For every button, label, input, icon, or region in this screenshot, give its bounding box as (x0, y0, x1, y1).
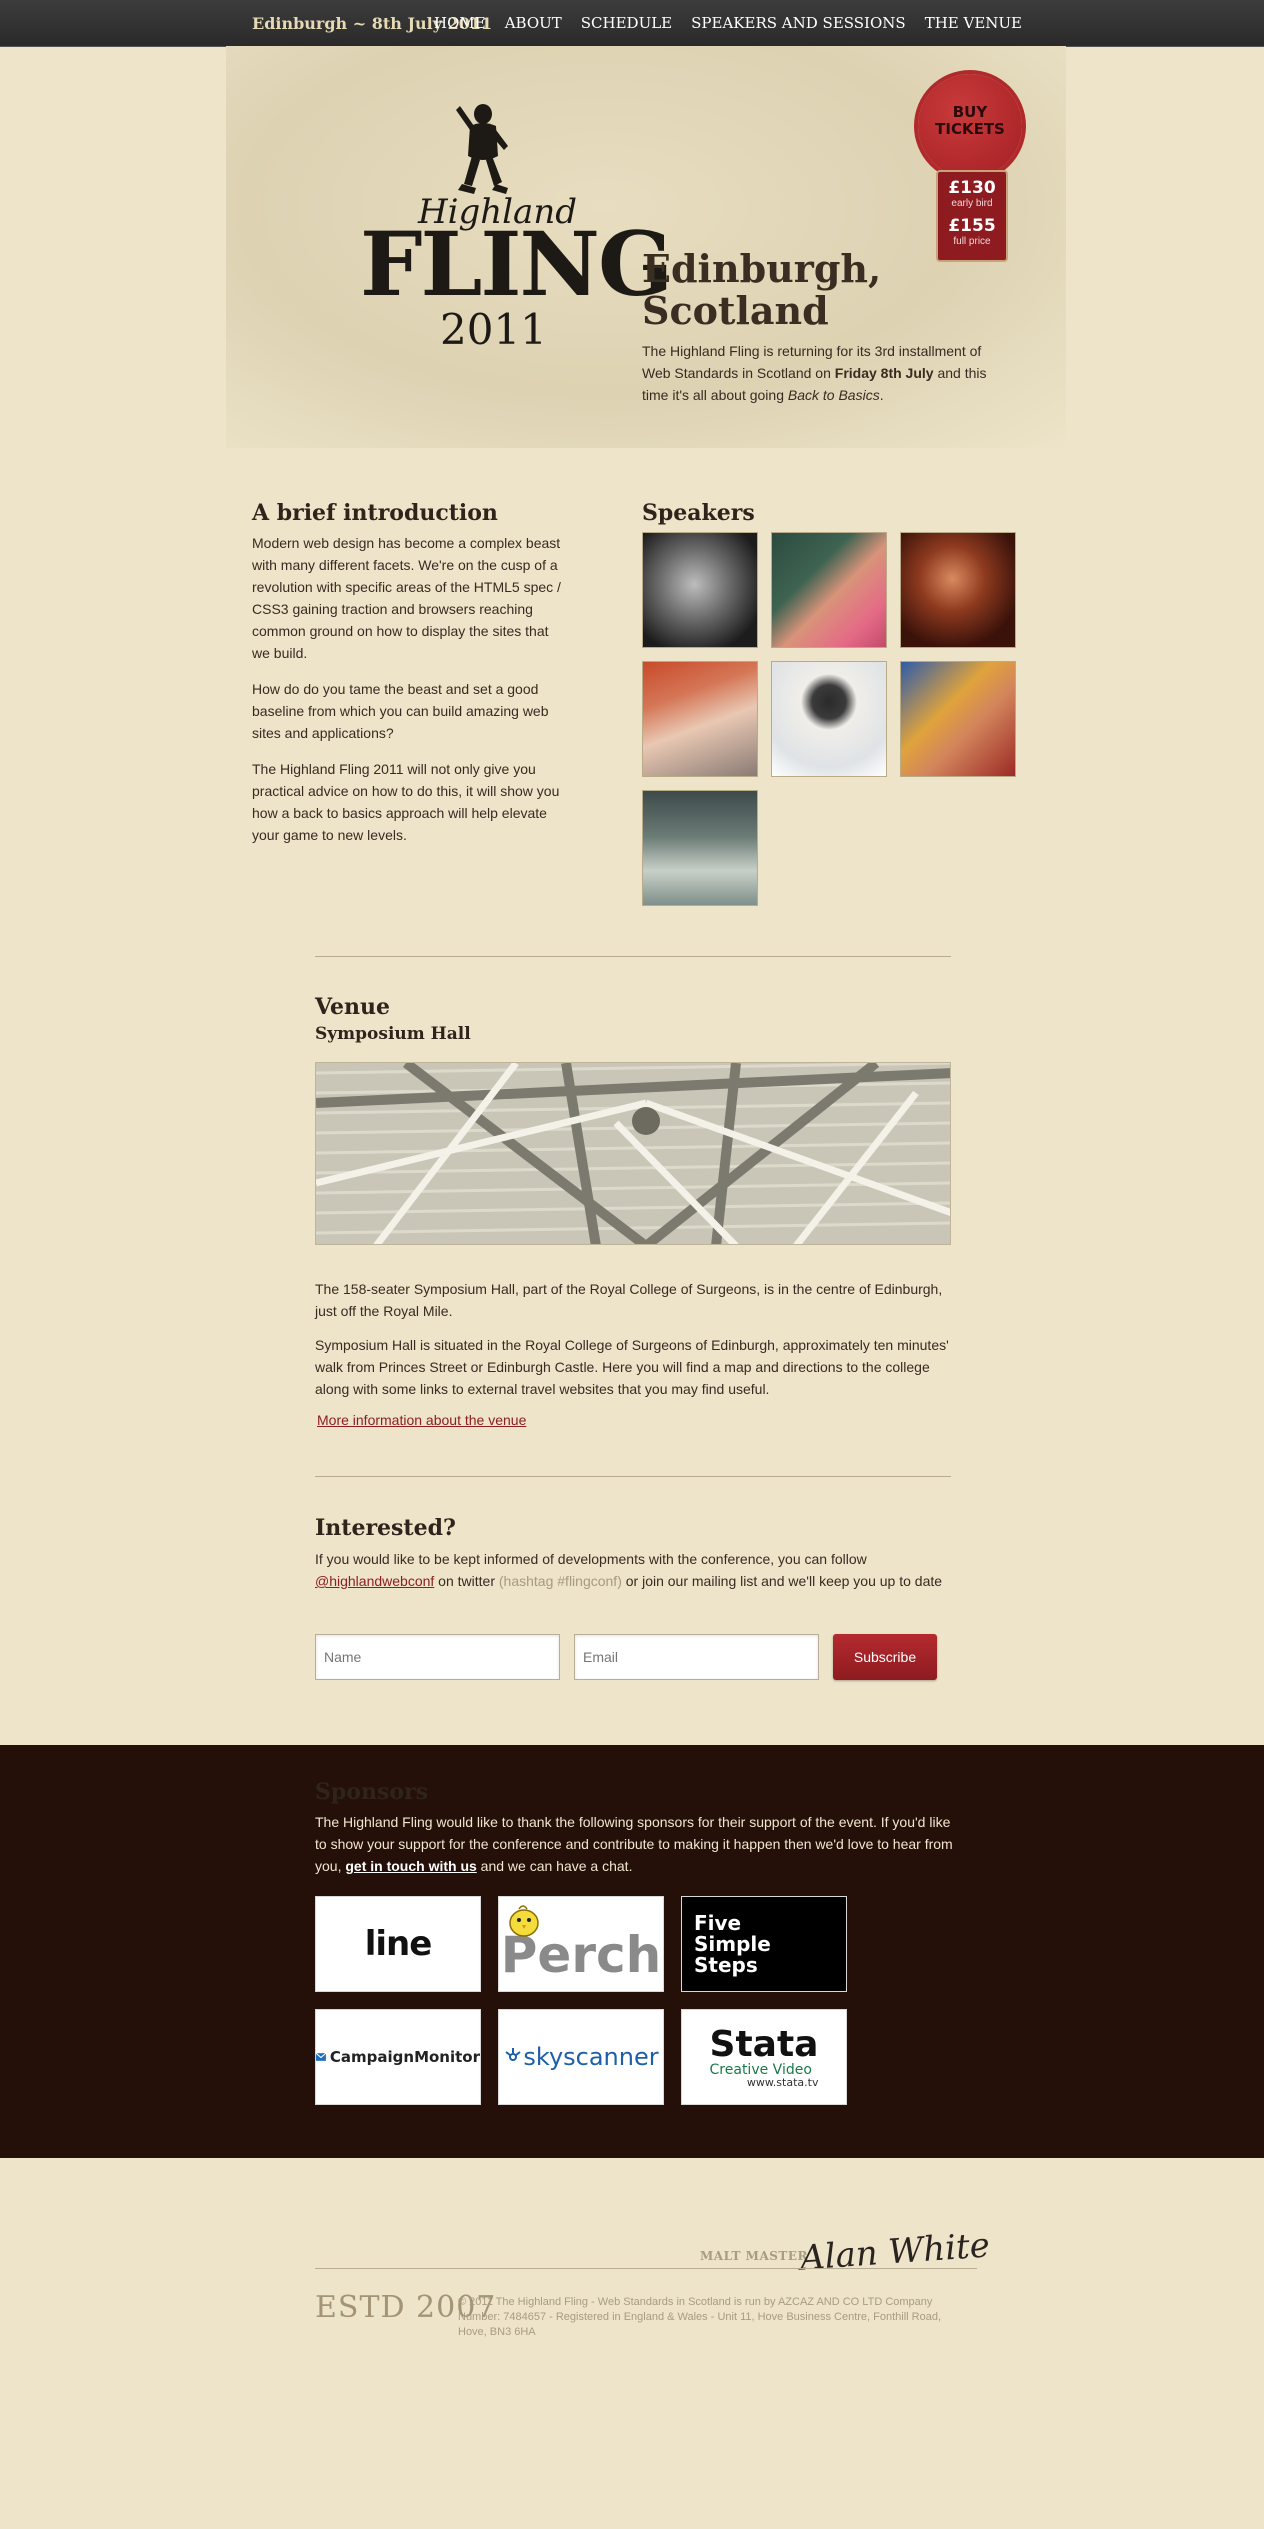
venue-roof-image (316, 1063, 950, 1244)
speaker-photo[interactable] (771, 532, 887, 648)
venue-subtitle: Symposium Hall (315, 1024, 471, 1044)
sponsor-campaign-monitor[interactable]: CampaignMonitor (315, 2009, 481, 2105)
speaker-photo[interactable] (900, 532, 1016, 648)
stata-logo-url: www.stata.tv (746, 2075, 819, 2089)
top-bar: Edinburgh ~ 8th July 2011 HOME ABOUT SCH… (0, 0, 1264, 47)
section-divider (315, 1476, 951, 1477)
nav-home[interactable]: HOME (434, 14, 486, 32)
full-price: £155 (948, 216, 996, 236)
footer-divider (315, 2268, 977, 2269)
section-divider (315, 956, 951, 957)
venue-title: Venue (315, 994, 391, 1020)
twitter-link[interactable]: @highlandwebconf (315, 1573, 434, 1589)
speaker-photo[interactable] (771, 661, 887, 777)
main-nav: HOME ABOUT SCHEDULE SPEAKERS AND SESSION… (434, 14, 1022, 32)
line-logo: line (364, 1924, 433, 1964)
hashtag-label: (hashtag #flingconf) (498, 1573, 622, 1589)
sponsor-five-simple-steps[interactable]: Five Simple Steps (681, 1896, 847, 1992)
hero-title: Edinburgh, Scotland (642, 246, 882, 333)
nav-schedule[interactable]: SCHEDULE (581, 14, 672, 32)
intro-paragraph: Modern web design has become a complex b… (252, 535, 561, 661)
interested-text-part: or join our mailing list and we'll keep … (621, 1573, 943, 1589)
stata-logo: Stata Creative Video www.stata.tv (709, 2023, 819, 2089)
sponsor-stata[interactable]: Stata Creative Video www.stata.tv (681, 2009, 847, 2105)
name-input[interactable] (315, 1634, 560, 1680)
intro-body: Modern web design has become a complex b… (252, 532, 568, 860)
interested-title: Interested? (315, 1515, 456, 1541)
early-bird-price: £130 (948, 178, 996, 198)
perch-bird-icon (509, 1905, 539, 1937)
interested-text: If you would like to be kept informed of… (315, 1548, 945, 1592)
stata-logo-tagline: Creative Video (709, 2061, 812, 2078)
hero-description: The Highland Fling is returning for its … (642, 340, 1012, 406)
venue-paragraph: Symposium Hall is situated in the Royal … (315, 1337, 949, 1397)
intro-paragraph: How do do you tame the beast and set a g… (252, 681, 549, 741)
sponsor-line[interactable]: line (315, 1896, 481, 1992)
sponsors-title: Sponsors (315, 1779, 428, 1805)
venue-paragraph: The 158-seater Symposium Hall, part of t… (315, 1281, 943, 1319)
badge-label-line1: BUY (952, 103, 988, 121)
hero-date-emphasis: Friday 8th July (834, 365, 934, 381)
email-input[interactable] (574, 1634, 819, 1680)
campaign-monitor-icon (316, 2052, 326, 2061)
speakers-title: Speakers (642, 500, 755, 526)
full-price-label: full price (953, 236, 991, 247)
campaign-monitor-logo: CampaignMonitor (329, 2048, 480, 2066)
badge-label: BUY TICKETS (914, 104, 1026, 138)
speaker-photo[interactable] (642, 661, 758, 777)
malt-master-label: MALT MASTER (700, 2249, 808, 2263)
stata-logo-name: Stata (709, 2023, 819, 2065)
early-bird-label: early bird (951, 198, 993, 209)
logo-year-text: 2011 (440, 305, 547, 354)
footer-copyright: © 2011 The Highland Fling - Web Standard… (458, 2296, 942, 2338)
hero-text-part: . (879, 387, 884, 403)
nav-the-venue[interactable]: THE VENUE (925, 14, 1022, 32)
sponsor-perch[interactable]: Perch (498, 1896, 664, 1992)
nav-speakers-and-sessions[interactable]: SPEAKERS AND SESSIONS (691, 14, 906, 32)
speaker-photo[interactable] (900, 661, 1016, 777)
sponsor-skyscanner[interactable]: skyscanner (498, 2009, 664, 2105)
buy-tickets-badge[interactable]: BUY TICKETS £130 early bird £155 full pr… (914, 74, 1026, 264)
hero-theme-emphasis: Back to Basics (787, 387, 880, 403)
subscribe-button[interactable]: Subscribe (833, 1634, 937, 1680)
intro-paragraph: The Highland Fling 2011 will not only gi… (252, 761, 560, 843)
highland-fling-logo[interactable]: Highland FLING 2011 (360, 100, 673, 360)
venue-body: The 158-seater Symposium Hall, part of t… (315, 1278, 951, 1412)
sponsors-text: The Highland Fling would like to thank t… (315, 1811, 955, 1877)
sponsors-section: Sponsors The Highland Fling would like t… (0, 1745, 1264, 2158)
logo-fling-text: FLING (360, 212, 673, 316)
sponsor-grid: line Perch Five Simple Steps CampaignMon… (315, 1896, 847, 2105)
speakers-grid (642, 532, 1016, 906)
speaker-photo[interactable] (642, 532, 758, 648)
skyscanner-logo: skyscanner (523, 2043, 659, 2071)
five-simple-steps-logo: Five Simple Steps (694, 1910, 771, 1977)
interested-text-part: If you would like to be kept informed of… (315, 1551, 867, 1567)
badge-label-line2: TICKETS (935, 120, 1005, 138)
interested-text-part: on twitter (434, 1573, 499, 1589)
badge-ribbon: £130 early bird £155 full price (936, 170, 1008, 262)
get-in-touch-link[interactable]: get in touch with us (345, 1858, 476, 1874)
sponsors-text-part: and we can have a chat. (476, 1858, 633, 1874)
nav-about[interactable]: ABOUT (505, 14, 562, 32)
signature-image: Alan White (798, 2225, 992, 2279)
venue-photo (315, 1062, 951, 1245)
skyscanner-icon (505, 2048, 521, 2061)
intro-title: A brief introduction (252, 500, 498, 526)
monkey-icon (456, 104, 508, 194)
venue-more-info-link[interactable]: More information about the venue (317, 1412, 526, 1428)
speaker-photo[interactable] (642, 790, 758, 906)
